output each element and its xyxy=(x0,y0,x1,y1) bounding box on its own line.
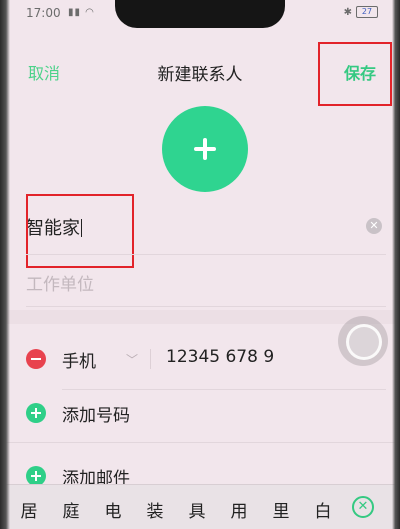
phone-screen: 17:00 ▮▮ ◠ ✱ 27 取消 新建联系人 保存 智能家 ✕ 工作单位 手… xyxy=(0,0,400,529)
candidate-word[interactable]: 具 xyxy=(176,497,218,522)
candidate-word[interactable]: 居 xyxy=(8,497,50,522)
divider xyxy=(150,349,151,369)
close-icon[interactable]: ✕ xyxy=(352,496,374,518)
company-input[interactable]: 工作单位 xyxy=(26,270,94,295)
signal-icon: ▮▮ ◠ xyxy=(68,7,95,18)
section-gap xyxy=(0,310,400,324)
divider xyxy=(26,254,386,255)
battery-icon: 27 xyxy=(356,6,378,18)
camera-notch xyxy=(115,0,285,28)
chevron-down-icon[interactable]: ﹀ xyxy=(126,351,138,368)
assistive-touch-button[interactable] xyxy=(338,316,388,366)
minus-icon[interactable] xyxy=(26,349,46,369)
candidate-list: 居 庭 电 装 具 用 里 白 xyxy=(0,497,360,522)
keyboard-candidate-bar: 居 庭 电 装 具 用 里 白 ✕ xyxy=(0,484,400,529)
candidate-word[interactable]: 装 xyxy=(134,497,176,522)
status-right: ✱ 27 xyxy=(344,6,378,18)
divider xyxy=(0,442,400,443)
candidate-word[interactable]: 电 xyxy=(92,497,134,522)
highlight-box-name xyxy=(26,194,134,268)
add-photo-button[interactable] xyxy=(162,106,248,192)
candidate-word[interactable]: 用 xyxy=(218,497,260,522)
candidate-word[interactable]: 白 xyxy=(302,497,344,522)
device-bezel xyxy=(392,0,400,529)
divider xyxy=(26,306,386,307)
device-bezel xyxy=(0,0,10,529)
candidate-word[interactable]: 里 xyxy=(260,497,302,522)
plus-icon xyxy=(26,403,46,423)
highlight-box-save xyxy=(318,42,392,106)
divider xyxy=(62,389,386,390)
status-time: 17:00 xyxy=(26,6,61,20)
phone-type-label[interactable]: 手机 xyxy=(62,347,96,372)
phone-number-input[interactable]: 12345 678 9 xyxy=(166,347,274,367)
add-phone-label: 添加号码 xyxy=(62,406,130,426)
add-phone-row[interactable]: 添加号码 xyxy=(0,401,400,429)
plus-icon xyxy=(26,466,46,486)
candidate-word[interactable]: 庭 xyxy=(50,497,92,522)
bluetooth-icon: ✱ xyxy=(343,6,352,18)
close-icon[interactable]: ✕ xyxy=(366,218,382,234)
